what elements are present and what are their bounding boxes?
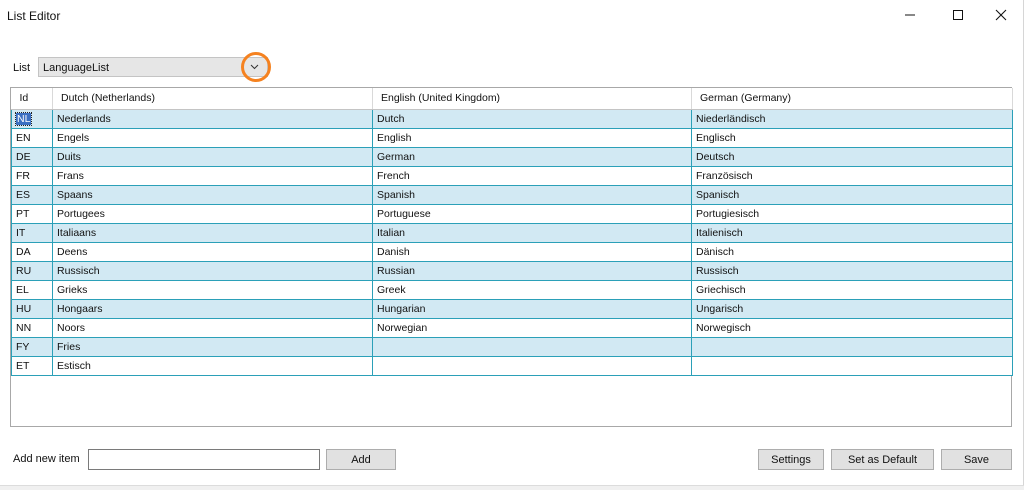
cell-english[interactable]: English bbox=[372, 127, 692, 148]
cell-german[interactable]: Dänisch bbox=[691, 241, 1013, 262]
minimize-button[interactable] bbox=[887, 0, 933, 30]
cell-id[interactable]: HU bbox=[11, 298, 53, 319]
cell-german[interactable] bbox=[691, 355, 1013, 376]
new-item-input[interactable] bbox=[88, 449, 320, 470]
cell-id[interactable]: DE bbox=[11, 146, 53, 167]
table-row[interactable]: PT Portugees Portuguese Portugiesisch bbox=[11, 203, 1013, 224]
cell-dutch[interactable]: Nederlands bbox=[52, 108, 373, 129]
add-item-label: Add new item bbox=[13, 453, 80, 465]
cell-id[interactable]: ET bbox=[11, 355, 53, 376]
cell-dutch[interactable]: Hongaars bbox=[52, 298, 373, 319]
column-header-german[interactable]: German (Germany) bbox=[691, 88, 1013, 110]
cell-english[interactable]: German bbox=[372, 146, 692, 167]
title-bar: List Editor bbox=[0, 0, 1024, 30]
grid-header-row: Id Dutch (Netherlands) English (United Kin… bbox=[11, 88, 1013, 110]
window-title: List Editor bbox=[7, 9, 61, 23]
cell-english[interactable]: Portuguese bbox=[372, 203, 692, 224]
cell-dutch[interactable]: Portugees bbox=[52, 203, 373, 224]
cell-german[interactable]: Portugiesisch bbox=[691, 203, 1013, 224]
table-row[interactable]: ES Spaans Spanish Spanisch bbox=[11, 184, 1013, 205]
table-row[interactable]: DA Deens Danish Dänisch bbox=[11, 241, 1013, 262]
cell-dutch[interactable]: Engels bbox=[52, 127, 373, 148]
settings-button[interactable]: Settings bbox=[758, 449, 824, 470]
minimize-icon bbox=[905, 14, 915, 16]
cell-dutch[interactable]: Fries bbox=[52, 336, 373, 357]
table-row[interactable]: DE Duits German Deutsch bbox=[11, 146, 1013, 167]
table-row[interactable]: RU Russisch Russian Russisch bbox=[11, 260, 1013, 281]
cell-id[interactable]: NL bbox=[11, 108, 53, 129]
column-header-english[interactable]: English (United Kingdom) bbox=[372, 88, 692, 110]
cell-german[interactable] bbox=[691, 336, 1013, 357]
selected-cell-text: NL bbox=[14, 111, 33, 126]
cell-english[interactable]: Dutch bbox=[372, 108, 692, 129]
cell-dutch[interactable]: Duits bbox=[52, 146, 373, 167]
table-row[interactable]: FY Fries bbox=[11, 336, 1013, 357]
cell-english[interactable]: Norwegian bbox=[372, 317, 692, 338]
cell-german[interactable]: Deutsch bbox=[691, 146, 1013, 167]
maximize-button[interactable] bbox=[935, 0, 981, 30]
add-button[interactable]: Add bbox=[326, 449, 396, 470]
cell-id[interactable]: FY bbox=[11, 336, 53, 357]
cell-dutch[interactable]: Spaans bbox=[52, 184, 373, 205]
list-grid[interactable]: Id Dutch (Netherlands) English (United Kin… bbox=[10, 87, 1013, 427]
column-header-id[interactable]: Id bbox=[11, 88, 53, 110]
table-row[interactable]: NL Nederlands Dutch Niederländisch bbox=[11, 108, 1013, 129]
cell-dutch[interactable]: Noors bbox=[52, 317, 373, 338]
cell-id[interactable]: DA bbox=[11, 241, 53, 262]
cell-german[interactable]: Niederländisch bbox=[691, 108, 1013, 129]
list-dropdown[interactable]: LanguageList bbox=[38, 57, 268, 77]
dropdown-toggle-button[interactable] bbox=[245, 59, 263, 75]
cell-id[interactable]: EN bbox=[11, 127, 53, 148]
cell-german[interactable]: Norwegisch bbox=[691, 317, 1013, 338]
list-label: List bbox=[13, 62, 31, 74]
list-dropdown-value: LanguageList bbox=[43, 62, 110, 74]
table-row[interactable]: HU Hongaars Hungarian Ungarisch bbox=[11, 298, 1013, 319]
cell-id[interactable]: ES bbox=[11, 184, 53, 205]
maximize-icon bbox=[953, 10, 963, 20]
save-button[interactable]: Save bbox=[941, 449, 1012, 470]
close-icon bbox=[995, 9, 1007, 21]
cell-german[interactable]: Russisch bbox=[691, 260, 1013, 281]
cell-german[interactable]: Spanisch bbox=[691, 184, 1013, 205]
close-button[interactable] bbox=[978, 0, 1024, 30]
cell-id[interactable]: IT bbox=[11, 222, 53, 243]
cell-dutch[interactable]: Frans bbox=[52, 165, 373, 186]
cell-english[interactable]: Italian bbox=[372, 222, 692, 243]
cell-german[interactable]: Ungarisch bbox=[691, 298, 1013, 319]
table-row[interactable]: EN Engels English Englisch bbox=[11, 127, 1013, 148]
cell-dutch[interactable]: Deens bbox=[52, 241, 373, 262]
cell-id[interactable]: PT bbox=[11, 203, 53, 224]
chevron-down-icon bbox=[250, 64, 258, 70]
cell-german[interactable]: Italienisch bbox=[691, 222, 1013, 243]
set-as-default-button[interactable]: Set as Default bbox=[831, 449, 934, 470]
cell-english[interactable]: Russian bbox=[372, 260, 692, 281]
cell-id[interactable]: NN bbox=[11, 317, 53, 338]
cell-english[interactable]: Greek bbox=[372, 279, 692, 300]
table-row[interactable]: EL Grieks Greek Griechisch bbox=[11, 279, 1013, 300]
cell-german[interactable]: Englisch bbox=[691, 127, 1013, 148]
table-row[interactable]: FR Frans French Französisch bbox=[11, 165, 1013, 186]
grid-body: NL Nederlands Dutch Niederländisch EN Engels E… bbox=[11, 108, 1013, 376]
status-bar bbox=[0, 485, 1024, 490]
cell-german[interactable]: Griechisch bbox=[691, 279, 1013, 300]
cell-id[interactable]: FR bbox=[11, 165, 53, 186]
table-row[interactable]: NN Noors Norwegian Norwegisch bbox=[11, 317, 1013, 338]
cell-english[interactable]: French bbox=[372, 165, 692, 186]
list-editor-window: List Editor List LanguageList IdDutch ( bbox=[0, 0, 1024, 490]
table-row[interactable]: ET Estisch bbox=[11, 355, 1013, 376]
cell-english[interactable]: Hungarian bbox=[372, 298, 692, 319]
cell-english[interactable] bbox=[372, 336, 692, 357]
cell-english[interactable]: Danish bbox=[372, 241, 692, 262]
cell-dutch[interactable]: Grieks bbox=[52, 279, 373, 300]
cell-english[interactable]: Spanish bbox=[372, 184, 692, 205]
table-row[interactable]: IT Italiaans Italian Italienisch bbox=[11, 222, 1013, 243]
cell-dutch[interactable]: Estisch bbox=[52, 355, 373, 376]
cell-dutch[interactable]: Italiaans bbox=[52, 222, 373, 243]
cell-english[interactable] bbox=[372, 355, 692, 376]
column-header-dutch[interactable]: Dutch (Netherlands) bbox=[52, 88, 373, 110]
cell-dutch[interactable]: Russisch bbox=[52, 260, 373, 281]
cell-id[interactable]: RU bbox=[11, 260, 53, 281]
cell-german[interactable]: Französisch bbox=[691, 165, 1013, 186]
cell-id[interactable]: EL bbox=[11, 279, 53, 300]
